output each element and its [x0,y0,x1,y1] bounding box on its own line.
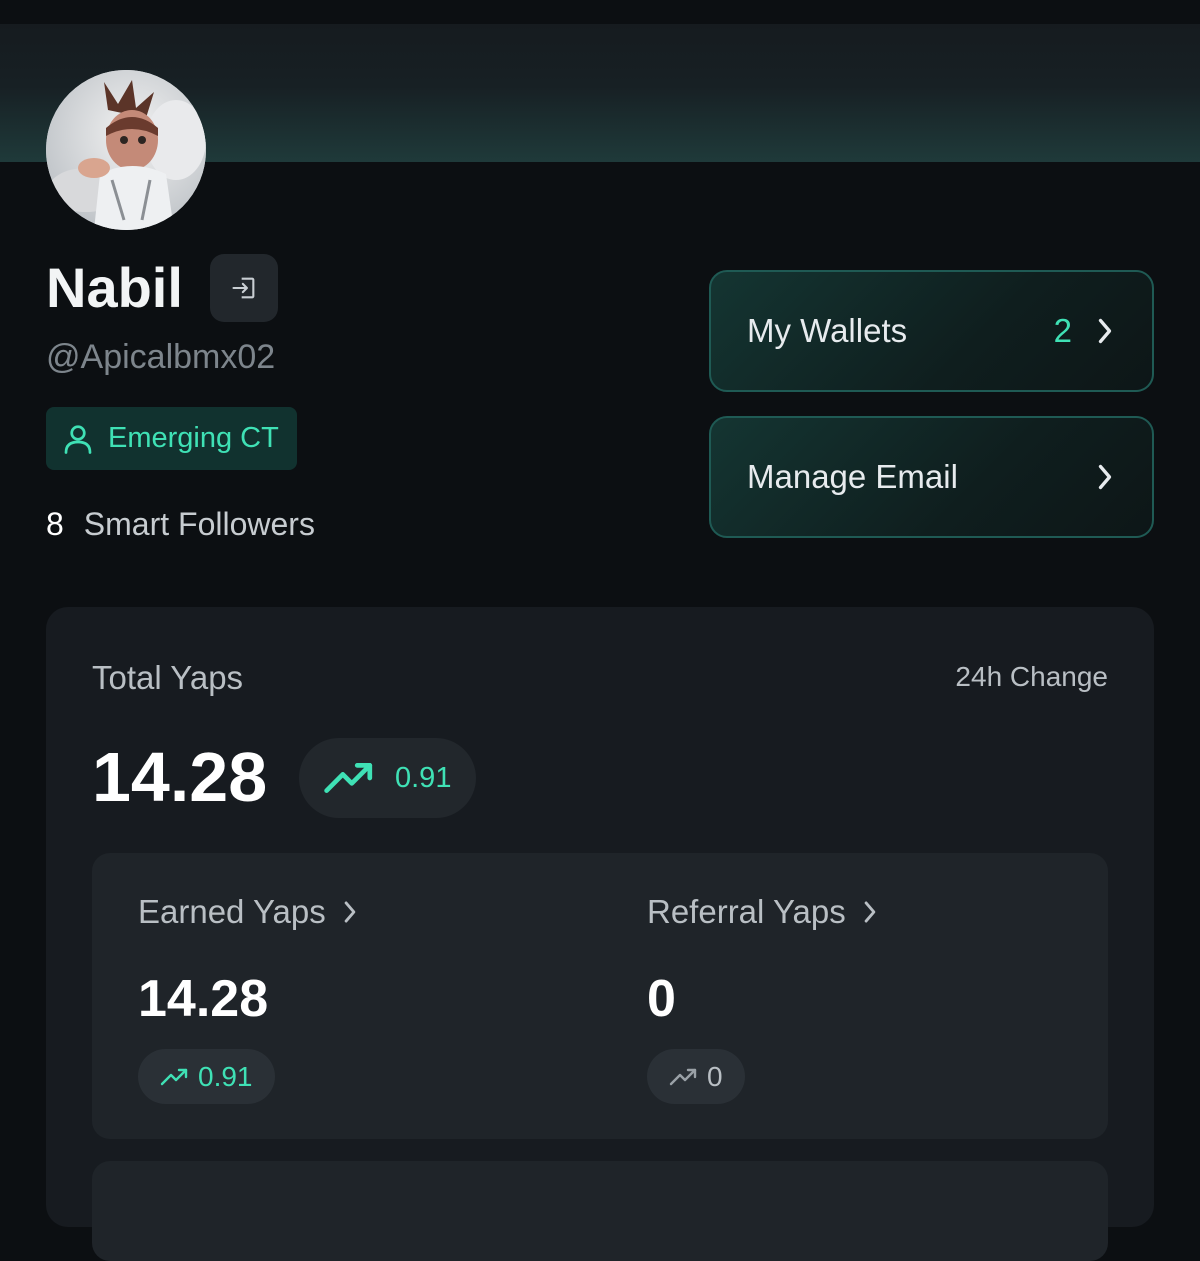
avatar-image [46,70,206,230]
referral-yaps-link[interactable]: Referral Yaps [647,893,878,931]
logout-button[interactable] [210,254,278,322]
referral-yaps-label: Referral Yaps [647,893,846,930]
referral-yaps-value: 0 [647,970,676,1028]
trending-up-icon [669,1068,697,1085]
trending-up-icon [160,1068,188,1085]
wallets-count: 2 [1053,312,1072,349]
yaps-card: Total Yaps 24h Change 14.28 0.91 Earned … [46,607,1154,1261]
chevron-right-icon [1098,318,1112,344]
earned-change-badge: 0.91 [138,1049,275,1104]
yaps-breakdown: Earned Yaps 14.28 0.91 Referral Yaps 0 0 [92,853,1108,1139]
user-icon [64,424,92,454]
earned-yaps-value: 14.28 [138,970,269,1028]
earned-yaps-label: Earned Yaps [138,893,326,930]
profile-name: Nabil [46,256,183,319]
chevron-right-icon [864,901,876,923]
smart-followers: 8 Smart Followers [46,506,315,543]
logout-icon [232,277,255,299]
chevron-right-icon [1098,464,1112,490]
referral-change-badge: 0 [647,1049,745,1104]
next-section-card [92,1161,1108,1261]
chevron-right-icon [344,901,356,923]
manage-email-label: Manage Email [747,458,958,495]
smart-followers-label: Smart Followers [83,506,315,542]
tier-label: Emerging CT [108,422,279,454]
my-wallets-label: My Wallets [747,312,908,349]
total-yaps-label: Total Yaps [92,659,244,696]
total-change-value: 0.91 [395,761,452,794]
avatar [46,70,206,230]
profile-handle: @Apicalbmx02 [46,338,276,376]
earned-change-value: 0.91 [198,1060,253,1092]
my-wallets-button[interactable]: My Wallets 2 [709,270,1154,392]
smart-followers-count: 8 [46,506,64,542]
change-24h-label: 24h Change [955,661,1108,692]
total-yaps-value: 14.28 [92,738,268,816]
top-strip [0,0,1200,24]
manage-email-button[interactable]: Manage Email [709,416,1154,538]
earned-yaps-link[interactable]: Earned Yaps [138,893,358,931]
total-change-badge: 0.91 [299,738,476,818]
tier-badge: Emerging CT [46,407,297,470]
trending-up-icon [324,763,373,793]
referral-change-value: 0 [707,1060,723,1092]
